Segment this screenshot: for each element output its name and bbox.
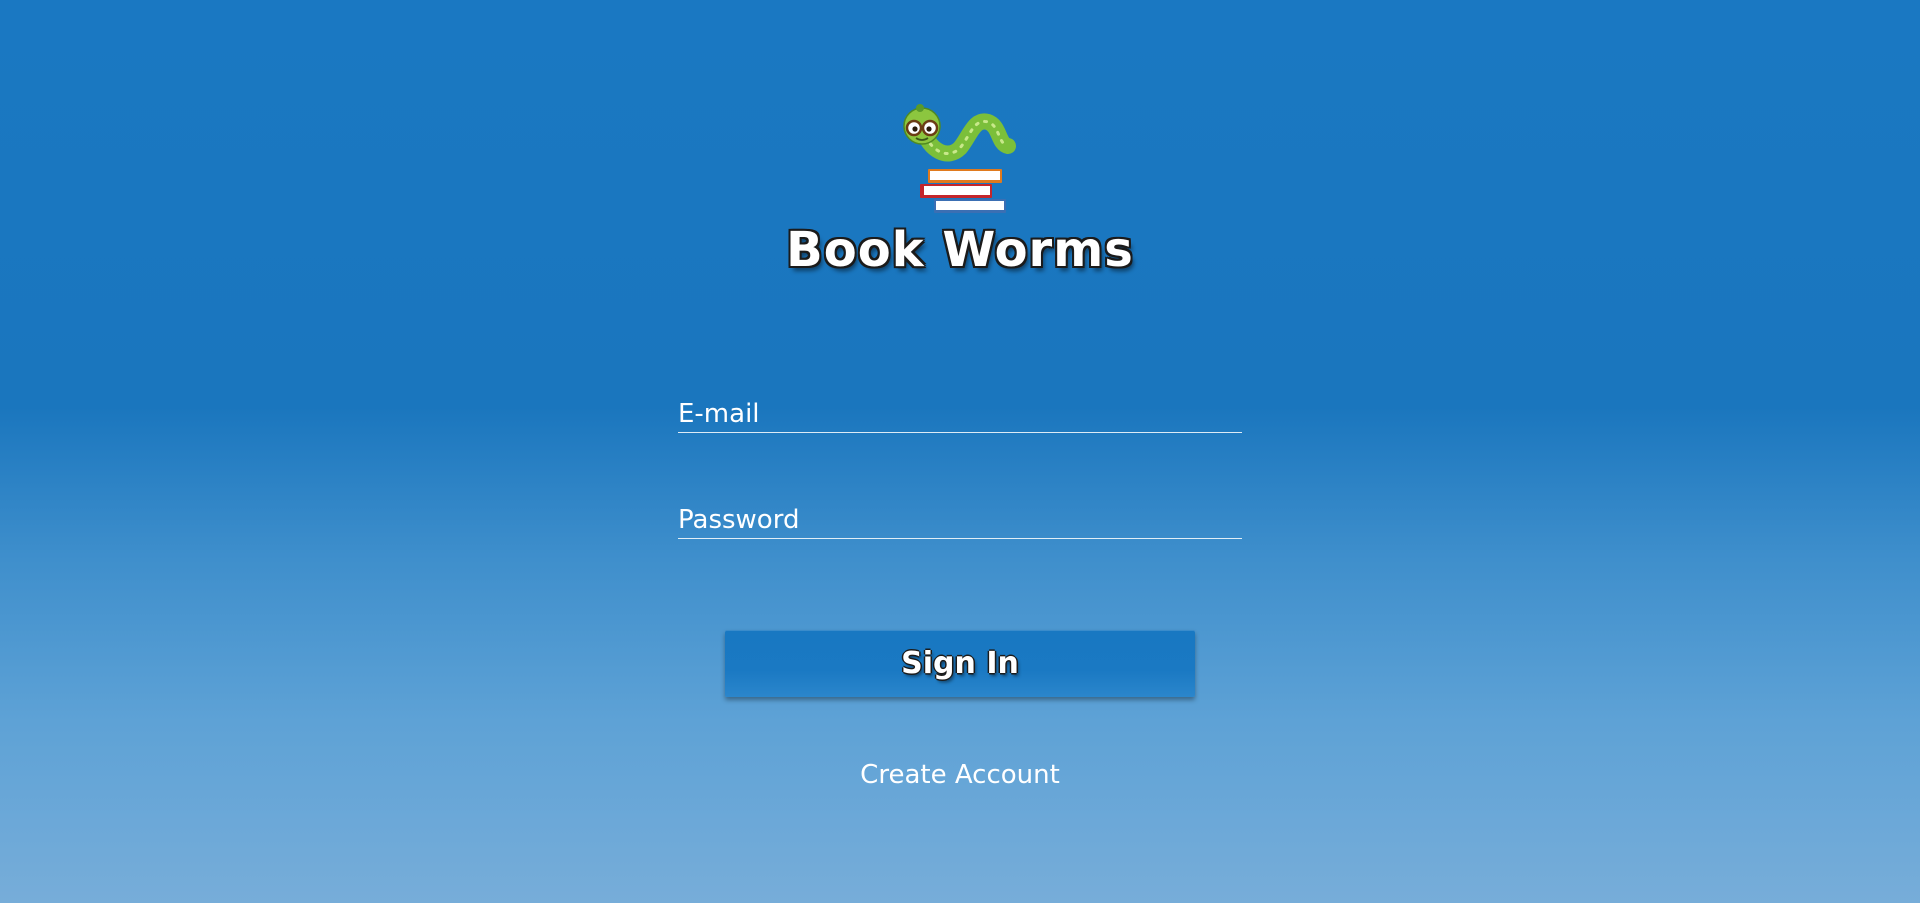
create-account-link[interactable]: Create Account (760, 760, 1160, 790)
email-field-container (678, 396, 1242, 433)
email-input[interactable] (678, 396, 1242, 432)
password-input[interactable] (678, 502, 1242, 538)
app-title: Book Worms (786, 222, 1134, 278)
sign-in-button[interactable]: Sign In (725, 630, 1195, 697)
password-field-container (678, 502, 1242, 539)
bookworm-logo-icon (900, 104, 1018, 222)
